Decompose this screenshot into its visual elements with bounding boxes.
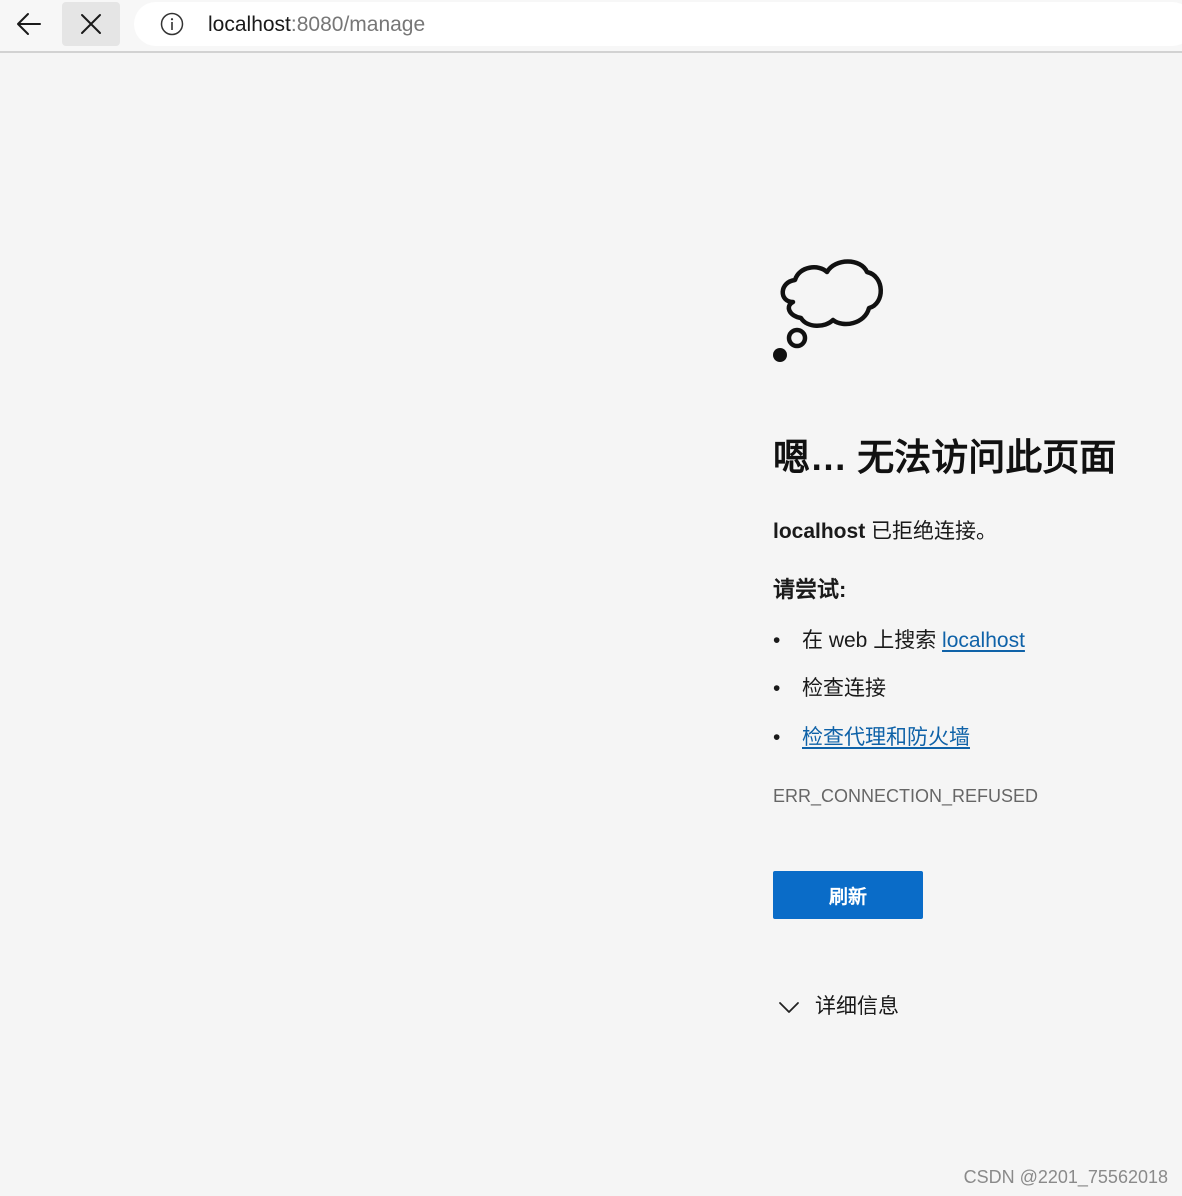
address-bar[interactable]: localhost:8080/manage [134, 2, 1182, 46]
bullet: • [773, 677, 781, 700]
browser-toolbar: localhost:8080/manage [0, 0, 1182, 53]
try-heading: 请尝试: [773, 577, 847, 602]
error-description: localhost 已拒绝连接。 [773, 518, 997, 546]
url-path: :8080/manage [290, 13, 426, 36]
suggestion-text: 在 web 上搜索 localhost [802, 627, 1025, 655]
back-button[interactable] [0, 2, 58, 46]
search-localhost-link[interactable]: localhost [942, 629, 1025, 652]
stop-loading-button[interactable] [62, 2, 120, 46]
refused-message: 已拒绝连接。 [865, 520, 998, 543]
url-host: localhost [208, 13, 291, 36]
check-connection-text: 检查连接 [802, 677, 886, 700]
page-title: 嗯… 无法访问此页面 [773, 437, 1117, 478]
details-toggle[interactable]: 详细信息 [777, 991, 899, 1023]
url-text[interactable]: localhost:8080/manage [208, 13, 425, 37]
thought-cloud-icon [773, 259, 883, 362]
close-icon [81, 14, 101, 34]
details-label: 详细信息 [815, 995, 899, 1018]
watermark: CSDN @2201_75562018 [963, 1167, 1168, 1187]
check-proxy-firewall-link[interactable]: 检查代理和防火墙 [802, 726, 970, 749]
refused-host: localhost [773, 520, 866, 543]
refresh-button[interactable]: 刷新 [773, 871, 923, 919]
info-icon[interactable] [160, 12, 184, 36]
chevron-down-icon [779, 1002, 799, 1013]
bullet: • [773, 629, 781, 652]
arrow-left-icon [17, 13, 41, 35]
error-code: ERR_CONNECTION_REFUSED [773, 786, 1039, 806]
bullet: • [773, 726, 781, 749]
search-prefix: 在 web 上搜索 [802, 629, 943, 652]
